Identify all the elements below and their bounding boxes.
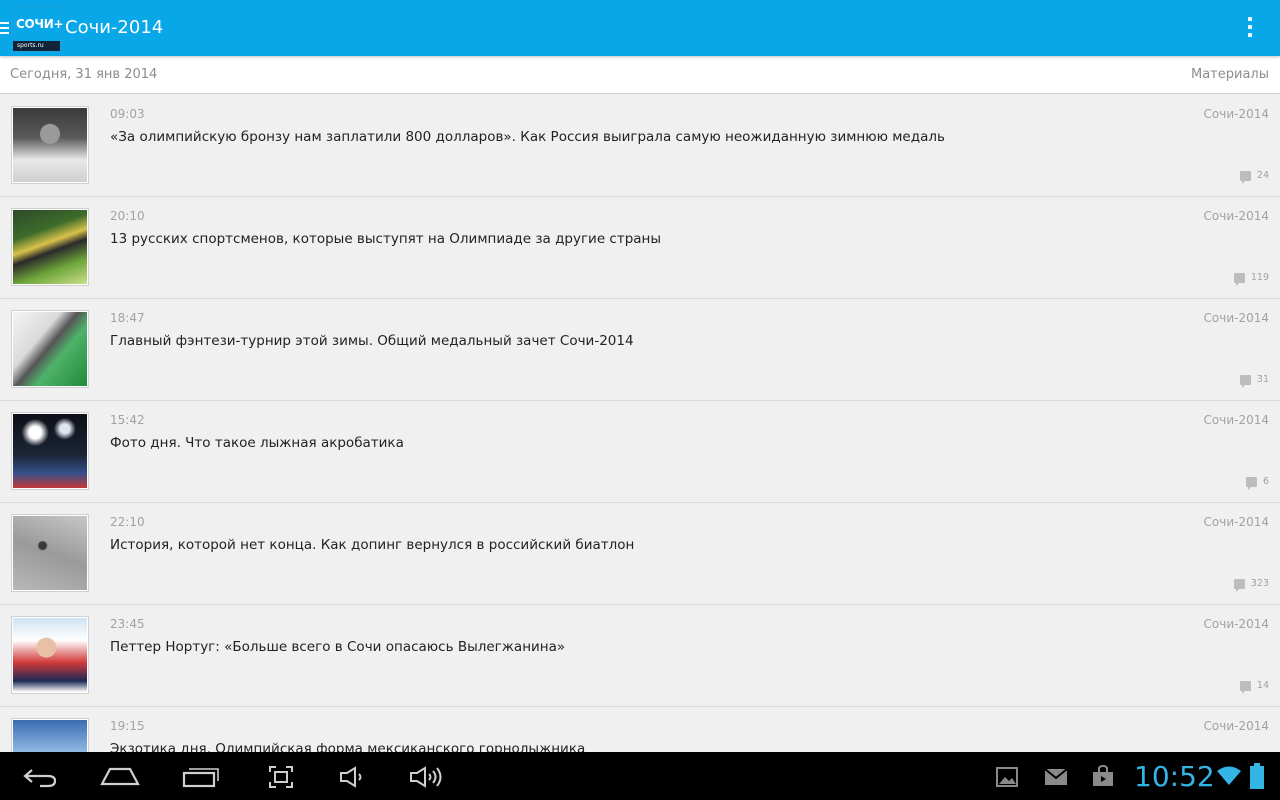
comment-count: 24 — [1239, 170, 1269, 184]
overflow-menu-icon[interactable] — [1247, 17, 1253, 39]
article-category: Сочи-2014 — [1203, 719, 1269, 733]
article-headline[interactable]: Экзотика дня. Олимпийская форма мексикан… — [110, 741, 585, 752]
article-headline[interactable]: Фото дня. Что такое лыжная акробатика — [110, 435, 404, 451]
article-thumbnail — [11, 412, 89, 490]
article-thumbnail — [11, 616, 89, 694]
home-icon[interactable] — [100, 766, 140, 786]
comment-count-value: 24 — [1256, 170, 1269, 181]
comment-icon — [1239, 680, 1251, 694]
article-row[interactable]: 09:03 Сочи-2014 «За олимпийскую бронзу н… — [0, 95, 1280, 197]
store-notification-icon[interactable] — [1092, 765, 1114, 787]
comment-icon — [1239, 170, 1251, 184]
back-icon[interactable] — [22, 766, 58, 788]
action-bar: СОЧИ+ sports.ru Сочи-2014 — [0, 0, 1280, 56]
comment-count-value: 31 — [1256, 374, 1269, 385]
article-thumbnail — [11, 208, 89, 286]
article-row[interactable]: 19:15 Сочи-2014 Экзотика дня. Олимпийска… — [0, 707, 1280, 752]
app-logo[interactable]: СОЧИ+ sports.ru — [12, 6, 64, 52]
system-bar: 10:52 — [0, 752, 1280, 800]
article-category: Сочи-2014 — [1203, 617, 1269, 631]
article-row[interactable]: 20:10 Сочи-2014 13 русских спортсменов, … — [0, 197, 1280, 299]
section-label[interactable]: Материалы — [1191, 67, 1269, 82]
date-bar: Сегодня, 31 янв 2014 Материалы — [0, 56, 1280, 94]
drawer-toggle-icon[interactable] — [0, 0, 10, 56]
article-time: 15:42 — [110, 413, 145, 427]
article-headline[interactable]: История, которой нет конца. Как допинг в… — [110, 537, 634, 553]
article-category: Сочи-2014 — [1203, 107, 1269, 121]
comment-count: 323 — [1233, 578, 1269, 592]
logo-subtext: sports.ru — [13, 41, 60, 51]
article-row[interactable]: 22:10 Сочи-2014 История, которой нет кон… — [0, 503, 1280, 605]
article-headline[interactable]: 13 русских спортсменов, которые выступят… — [110, 231, 661, 247]
gallery-notification-icon[interactable] — [996, 767, 1018, 787]
comment-count: 31 — [1239, 374, 1269, 388]
article-category: Сочи-2014 — [1203, 515, 1269, 529]
volume-up-icon[interactable] — [409, 765, 443, 789]
article-thumbnail — [11, 106, 89, 184]
article-time: 23:45 — [110, 617, 145, 631]
comment-count: 6 — [1245, 476, 1269, 490]
article-row[interactable]: 23:45 Сочи-2014 Петтер Нортуг: «Больше в… — [0, 605, 1280, 707]
wifi-icon[interactable] — [1216, 766, 1242, 786]
comment-icon — [1239, 374, 1251, 388]
article-time: 22:10 — [110, 515, 145, 529]
clock[interactable]: 10:52 — [1134, 760, 1215, 793]
comment-icon — [1233, 578, 1245, 592]
article-time: 19:15 — [110, 719, 145, 733]
gmail-notification-icon[interactable] — [1044, 768, 1068, 786]
article-headline[interactable]: «За олимпийскую бронзу нам заплатили 800… — [110, 129, 945, 145]
comment-count-value: 14 — [1256, 680, 1269, 691]
article-category: Сочи-2014 — [1203, 311, 1269, 325]
article-list[interactable]: 09:03 Сочи-2014 «За олимпийскую бронзу н… — [0, 95, 1280, 752]
comment-icon — [1233, 272, 1245, 286]
article-headline[interactable]: Петтер Нортуг: «Больше всего в Сочи опас… — [110, 639, 565, 655]
comment-count-value: 323 — [1250, 578, 1269, 589]
article-thumbnail — [11, 514, 89, 592]
article-time: 20:10 — [110, 209, 145, 223]
article-row[interactable]: 15:42 Сочи-2014 Фото дня. Что такое лыжн… — [0, 401, 1280, 503]
article-time: 09:03 — [110, 107, 145, 121]
comment-count-value: 6 — [1262, 476, 1269, 487]
volume-down-icon[interactable] — [339, 766, 369, 788]
battery-icon[interactable] — [1250, 763, 1264, 789]
comment-icon — [1245, 476, 1257, 490]
article-thumbnail — [11, 310, 89, 388]
article-headline[interactable]: Главный фэнтези-турнир этой зимы. Общий … — [110, 333, 634, 349]
comment-count: 14 — [1239, 680, 1269, 694]
screenshot-icon[interactable] — [268, 765, 294, 789]
comment-count: 119 — [1233, 272, 1269, 286]
article-category: Сочи-2014 — [1203, 209, 1269, 223]
article-row[interactable]: 18:47 Сочи-2014 Главный фэнтези-турнир э… — [0, 299, 1280, 401]
date-label: Сегодня, 31 янв 2014 — [10, 67, 158, 82]
comment-count-value: 119 — [1250, 272, 1269, 283]
article-category: Сочи-2014 — [1203, 413, 1269, 427]
article-time: 18:47 — [110, 311, 145, 325]
recent-apps-icon[interactable] — [182, 764, 220, 788]
app-title: Сочи-2014 — [65, 17, 164, 38]
logo-text: СОЧИ+ — [16, 17, 64, 31]
article-thumbnail — [11, 718, 89, 752]
